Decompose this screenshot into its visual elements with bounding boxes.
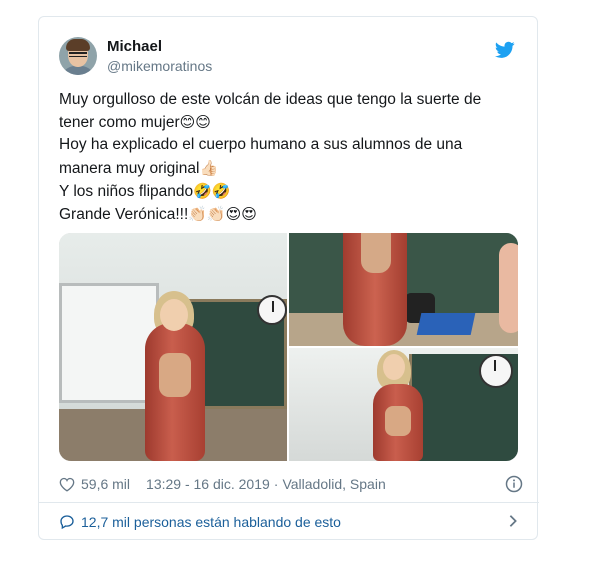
tweet-location[interactable]: Valladolid, Spain [282,476,385,492]
like-count[interactable]: 59,6 mil [81,476,130,492]
tweet-timestamp[interactable]: 13:29 - 16 dic. 2019 [146,476,270,492]
tweet-text-line: manera muy original👍🏻 [59,158,219,177]
tweet-media-grid [59,233,518,461]
conversation-text: 12,7 mil personas están hablando de esto [81,514,341,530]
tweet-text-line: tener como mujer😊😊 [59,113,211,132]
clapping-heart-eyes-emoji: 👏🏻👏🏻😍😍 [188,205,257,224]
tweet-text-line: Grande Verónica!!!👏🏻👏🏻😍😍 [59,205,257,224]
tweet-text: Muy orgulloso de este volcán de ideas qu… [59,89,519,226]
tweet-meta: 59,6 mil 13:29 - 16 dic. 2019 · Valladol… [59,473,523,495]
divider [39,502,539,503]
tweet-header: Michael @mikemoratinos [59,37,519,77]
conversation-link[interactable]: 12,7 mil personas están hablando de esto [59,511,519,533]
thumbs-up-emoji: 👍🏻 [199,158,219,177]
classroom-photo-1[interactable] [59,233,287,461]
author-name[interactable]: Michael [107,38,162,55]
chevron-right-icon [509,515,517,527]
tweet-text-line: Hoy ha explicado el cuerpo humano a sus … [59,136,463,154]
heart-icon[interactable] [59,477,75,492]
tweet-text-line: Y los niños flipando🤣🤣 [59,181,231,200]
smiling-face-emoji: 😊😊 [179,113,211,132]
classroom-photo-2[interactable] [289,233,518,346]
tweet-card: Michael @mikemoratinos Muy orgulloso de … [38,16,539,540]
twitter-bird-icon[interactable] [495,41,515,59]
tweet-text-line: Muy orgulloso de este volcán de ideas qu… [59,91,482,108]
author-avatar[interactable] [59,37,97,75]
author-handle[interactable]: @mikemoratinos [107,58,212,74]
reply-bubble-icon [60,515,74,530]
info-icon[interactable] [505,475,523,493]
separator-dot: · [273,476,279,492]
classroom-photo-3[interactable] [289,348,518,461]
laughing-emoji: 🤣🤣 [193,181,231,200]
